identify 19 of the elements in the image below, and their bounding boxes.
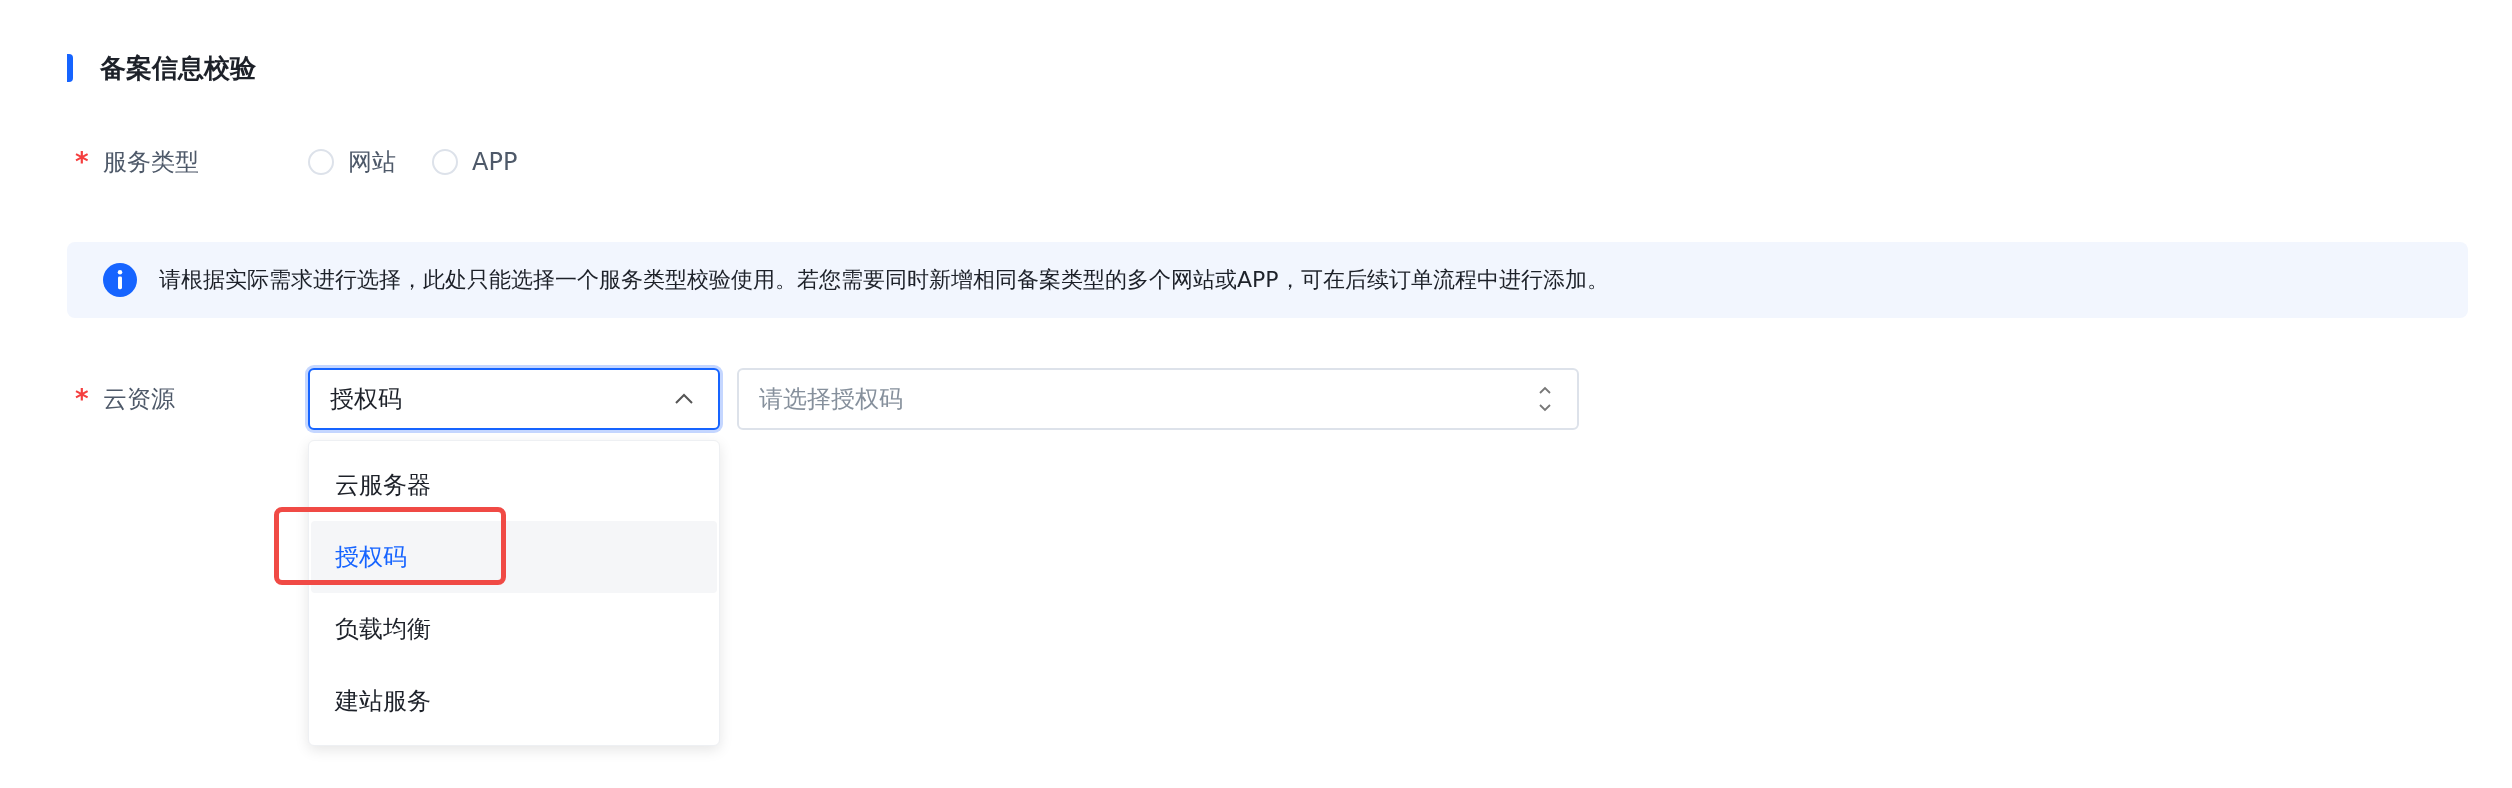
dropdown-option[interactable]: 建站服务: [311, 665, 717, 737]
dropdown-option[interactable]: 云服务器: [311, 449, 717, 521]
field-label: 云资源: [102, 384, 175, 415]
field-label: 服务类型: [102, 147, 199, 178]
dropdown-option[interactable]: 负载均衡: [311, 593, 717, 665]
radio-icon[interactable]: [432, 149, 458, 175]
radio-option[interactable]: 网站: [308, 142, 396, 182]
radio-icon[interactable]: [308, 149, 334, 175]
resource-type-select[interactable]: 授权码: [308, 368, 720, 430]
info-icon: [103, 263, 137, 297]
chevron-icon: [674, 393, 694, 405]
required-mark: *: [75, 384, 89, 414]
required-mark: *: [75, 147, 89, 177]
dropdown-option[interactable]: 授权码: [311, 521, 717, 593]
section-accent-bar: [67, 54, 73, 82]
section-title: 备案信息校验: [100, 51, 256, 85]
radio-option[interactable]: APP: [432, 142, 518, 182]
info-text: 请根据实际需求进行选择，此处只能选择一个服务类型校验使用。若您需要同时新增相同备案类型的多个网站或APP，可在后续订单流程中进行添加。: [159, 266, 1609, 294]
sort-arrows-icon: [1537, 385, 1553, 413]
